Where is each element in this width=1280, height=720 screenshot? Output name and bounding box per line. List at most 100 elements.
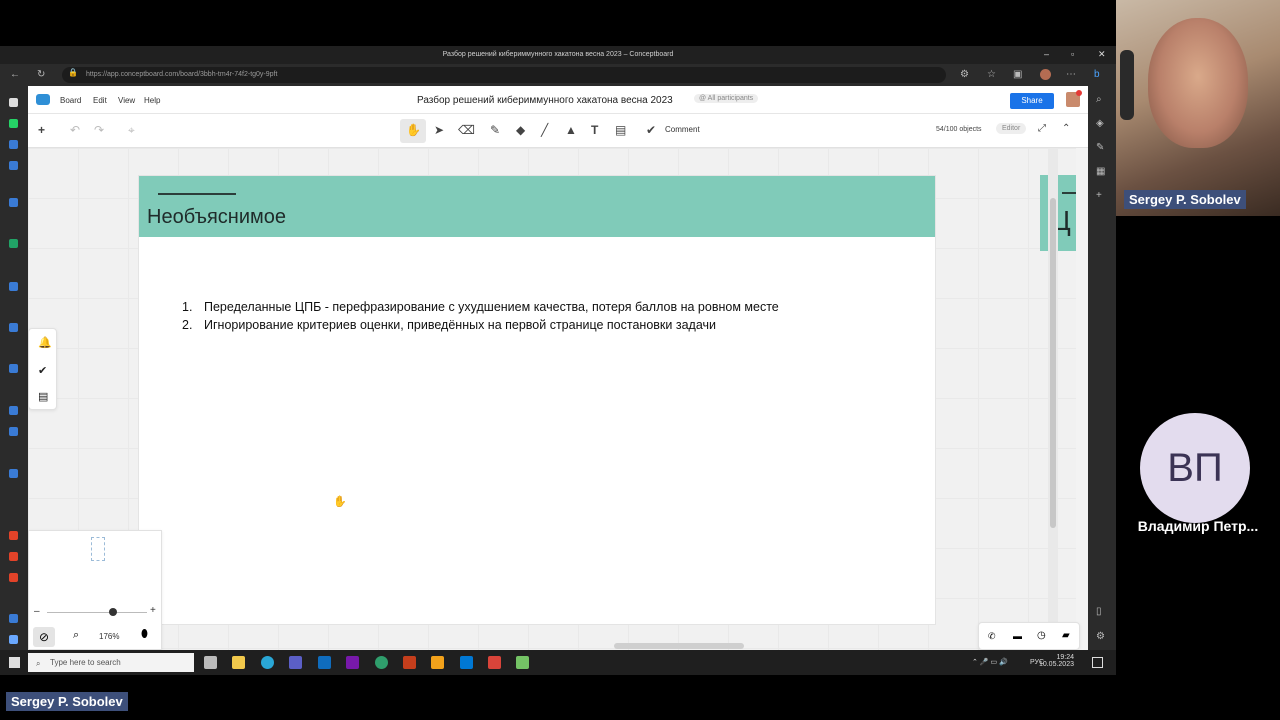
gitlab-icon[interactable] bbox=[9, 573, 18, 582]
tab-icon[interactable] bbox=[9, 282, 18, 291]
add-icon[interactable]: + bbox=[1096, 190, 1102, 201]
edge-icon[interactable] bbox=[261, 656, 274, 669]
search-icon[interactable]: ⌕ bbox=[1096, 94, 1102, 105]
list-icon[interactable]: ▤ bbox=[38, 390, 48, 403]
sidebar-toggle-icon[interactable]: ▯ bbox=[1096, 606, 1102, 617]
bing-icon[interactable]: b bbox=[1094, 69, 1100, 80]
notepad-icon[interactable] bbox=[516, 656, 529, 669]
settings-icon[interactable]: ⚙ bbox=[1096, 631, 1105, 642]
task-view-icon[interactable] bbox=[204, 656, 217, 669]
favorites-icon[interactable]: ☆ bbox=[987, 69, 996, 80]
phone-icon[interactable]: ✆ bbox=[988, 631, 996, 642]
notification-icon[interactable] bbox=[1092, 657, 1103, 668]
board-title[interactable]: Разбор решений кибериммунного хакатона в… bbox=[417, 95, 673, 106]
menu-view[interactable]: View bbox=[118, 96, 135, 105]
participant-tile[interactable]: ВП Владимир Петр... bbox=[1116, 216, 1280, 720]
app-icon[interactable] bbox=[488, 656, 501, 669]
tab-icon[interactable] bbox=[9, 614, 18, 623]
next-slide-partial[interactable]: Ц bbox=[1040, 175, 1076, 251]
menu-board[interactable]: Board bbox=[60, 96, 81, 105]
app-icon[interactable] bbox=[431, 656, 444, 669]
gitlab-icon[interactable] bbox=[9, 531, 18, 540]
tab-icon[interactable] bbox=[9, 364, 18, 373]
navigate-icon[interactable]: ⊘ bbox=[33, 627, 55, 647]
conceptboard-logo-icon[interactable] bbox=[36, 94, 50, 105]
screen-icon[interactable]: ▬ bbox=[1013, 631, 1022, 641]
text-tool-icon[interactable]: T bbox=[591, 123, 598, 137]
zoom-slider-track[interactable] bbox=[47, 612, 147, 613]
gitlab-icon[interactable] bbox=[9, 552, 18, 561]
hand-tool-icon[interactable]: ✋ bbox=[406, 123, 421, 137]
shopping-icon[interactable]: ◈ bbox=[1096, 118, 1104, 129]
vscode-icon[interactable] bbox=[460, 656, 473, 669]
share-button[interactable]: Share bbox=[1010, 93, 1054, 109]
check-icon[interactable]: ✔ bbox=[38, 364, 47, 377]
collapse-icon[interactable]: ⌃ bbox=[1062, 123, 1070, 134]
url-field[interactable]: https://app.conceptboard.com/board/3bbh-… bbox=[62, 67, 946, 83]
pen-icon[interactable]: ✎ bbox=[490, 123, 500, 137]
mouse-icon[interactable]: ⬮ bbox=[141, 628, 148, 641]
explorer-icon[interactable] bbox=[232, 656, 245, 669]
collections-icon[interactable]: ▣ bbox=[1013, 69, 1022, 80]
maximize-icon[interactable]: ▫ bbox=[1071, 49, 1074, 59]
tab-icon[interactable] bbox=[9, 323, 18, 332]
fullscreen-icon[interactable]: ⤢ bbox=[1038, 123, 1046, 134]
windows-start-icon[interactable] bbox=[9, 657, 20, 668]
chrome-icon[interactable] bbox=[375, 656, 388, 669]
zoom-in-icon[interactable]: + bbox=[150, 605, 156, 616]
zoom-search-icon[interactable]: ⌕ bbox=[73, 629, 79, 642]
tab-icon[interactable] bbox=[9, 198, 18, 207]
sheets-icon[interactable] bbox=[9, 239, 18, 248]
back-icon[interactable]: ← bbox=[10, 69, 20, 80]
zoom-out-icon[interactable]: – bbox=[34, 606, 40, 617]
minimap-panel[interactable]: – + ⊘ ⌕ 176% ⬮ bbox=[28, 530, 162, 650]
office-icon[interactable]: ▦ bbox=[1096, 166, 1105, 177]
tray-clock[interactable]: 19:24 10.05.2023 bbox=[1039, 654, 1074, 668]
docs-icon[interactable] bbox=[9, 427, 18, 436]
speaker-video-tile[interactable]: Sergey P. Sobolev bbox=[1116, 0, 1280, 216]
board-canvas[interactable]: Необъяснимое 1. Переделанные ЦПБ - перефр… bbox=[28, 148, 1076, 650]
refresh-icon[interactable]: ↻ bbox=[37, 69, 45, 80]
docs-icon[interactable] bbox=[9, 469, 18, 478]
menu-help[interactable]: Help bbox=[144, 96, 160, 105]
conceptboard-tab-icon[interactable] bbox=[9, 635, 18, 644]
select-tool-icon[interactable]: ➤ bbox=[434, 123, 444, 137]
zoom-slider-handle[interactable] bbox=[109, 608, 117, 616]
tools-icon[interactable]: ✎ bbox=[1096, 142, 1104, 153]
line-icon[interactable]: ╱ bbox=[541, 123, 548, 137]
taskbar-search[interactable]: Type here to search bbox=[28, 653, 194, 672]
minimap-viewport[interactable] bbox=[91, 537, 105, 561]
minimize-icon[interactable]: – bbox=[1044, 49, 1049, 59]
tab-icon[interactable] bbox=[9, 161, 18, 170]
marker-icon[interactable]: ◆ bbox=[516, 123, 525, 137]
sticky-note-icon[interactable]: ▤ bbox=[615, 123, 626, 137]
tab-icon[interactable] bbox=[9, 140, 18, 149]
undo-icon[interactable]: ↶ bbox=[70, 123, 80, 137]
teams-icon[interactable] bbox=[289, 656, 302, 669]
comment-label[interactable]: Comment bbox=[665, 125, 700, 134]
timer-icon[interactable]: ◷ bbox=[1037, 630, 1046, 641]
bell-icon[interactable]: 🔔 bbox=[38, 336, 52, 349]
powerpoint-icon[interactable] bbox=[403, 656, 416, 669]
chat-icon[interactable]: ▰ bbox=[1062, 630, 1070, 641]
onenote-icon[interactable] bbox=[346, 656, 359, 669]
tray-icons[interactable]: ⌃ 🎤 ▭ 🔊 bbox=[972, 658, 1008, 666]
profile-avatar[interactable] bbox=[1040, 69, 1051, 80]
slide-frame[interactable]: Необъяснимое 1. Переделанные ЦПБ - перефр… bbox=[138, 175, 936, 625]
outlook-icon[interactable] bbox=[318, 656, 331, 669]
zoom-level[interactable]: 176% bbox=[99, 632, 119, 641]
eraser-icon[interactable]: ⌫ bbox=[458, 123, 475, 137]
extensions-icon[interactable]: ⚙ bbox=[960, 69, 969, 80]
comment-icon[interactable]: ✔ bbox=[646, 123, 656, 137]
close-icon[interactable]: ✕ bbox=[1098, 49, 1106, 60]
redo-icon[interactable]: ↷ bbox=[94, 123, 104, 137]
tab-icon[interactable] bbox=[9, 406, 18, 415]
shapes-icon[interactable]: ▲ bbox=[565, 123, 577, 137]
scroll-thumb[interactable] bbox=[1050, 198, 1056, 528]
menu-edit[interactable]: Edit bbox=[93, 96, 107, 105]
participants-badge[interactable]: @ All participants bbox=[694, 94, 759, 103]
tab-icon[interactable] bbox=[9, 98, 18, 107]
whatsapp-icon[interactable] bbox=[9, 119, 18, 128]
format-painter-icon[interactable]: ⌖ bbox=[128, 123, 135, 138]
vertical-scrollbar[interactable] bbox=[1048, 148, 1058, 650]
